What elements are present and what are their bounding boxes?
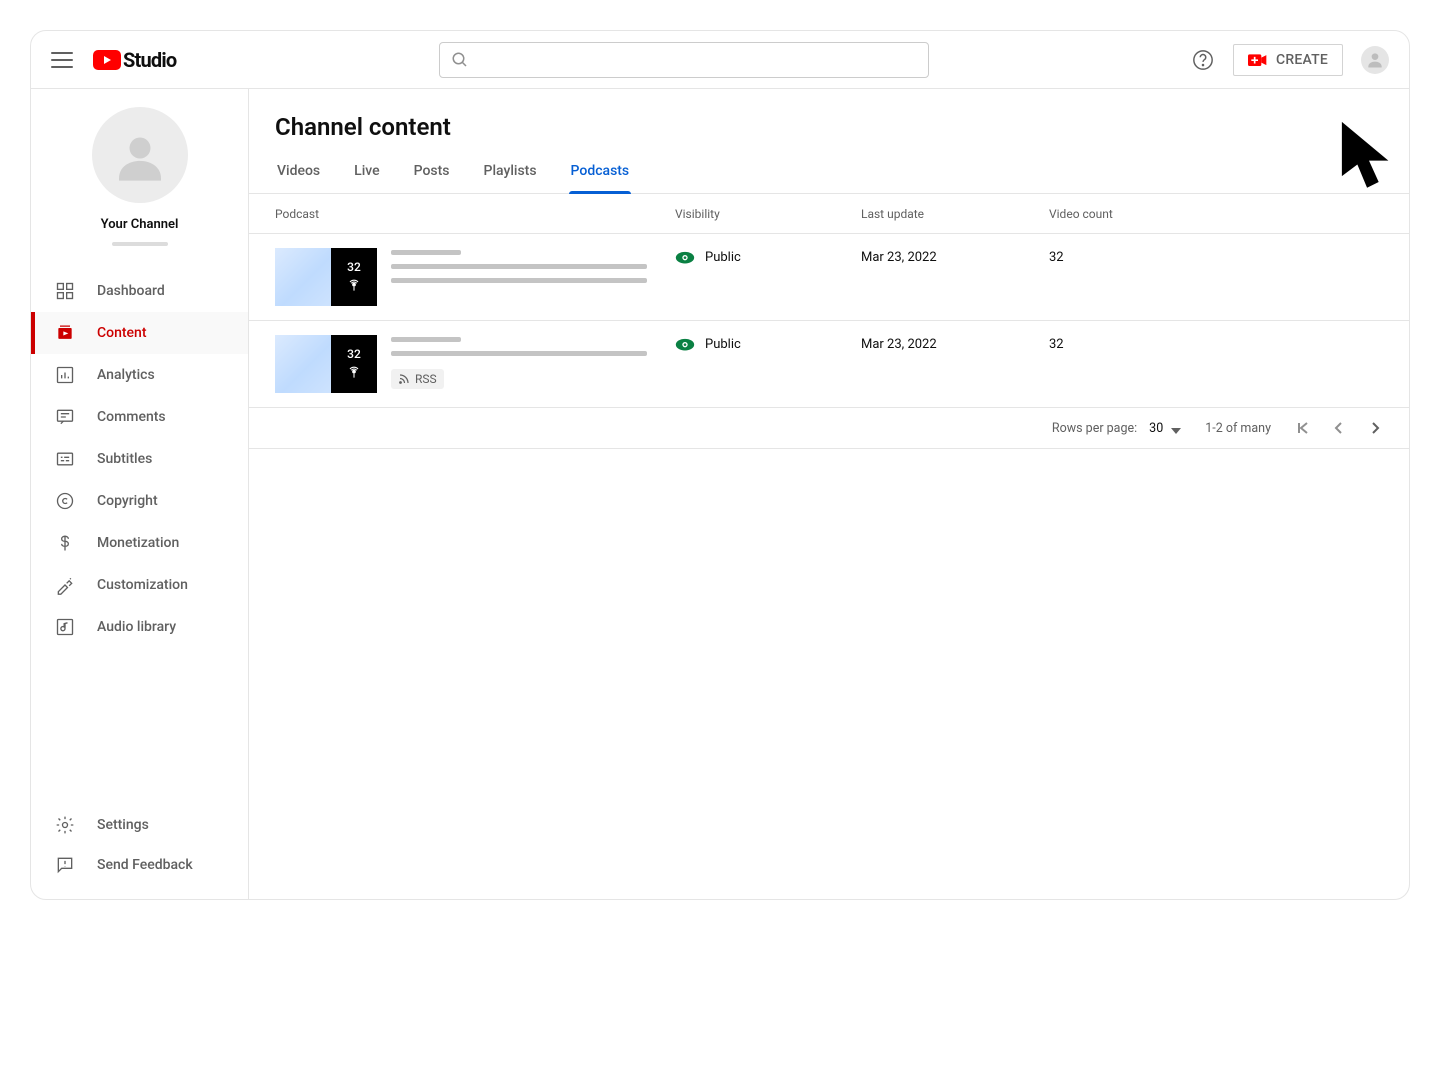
channel-avatar-icon (92, 107, 188, 203)
tab-playlists[interactable]: Playlists (482, 151, 539, 193)
main-content: Channel content Videos Live Posts Playli… (249, 89, 1409, 899)
nav-dashboard[interactable]: Dashboard (31, 270, 248, 312)
last-update-value: Mar 23, 2022 (861, 248, 1049, 265)
video-count-value: 32 (1049, 248, 1383, 265)
nav-label: Monetization (97, 535, 179, 551)
nav-analytics[interactable]: Analytics (31, 354, 248, 396)
description-placeholder (391, 278, 647, 283)
analytics-icon (55, 365, 75, 385)
search-input[interactable] (439, 42, 929, 78)
content-icon (55, 323, 75, 343)
help-icon[interactable] (1191, 48, 1215, 72)
previous-page-button[interactable] (1331, 420, 1347, 436)
nav-label: Dashboard (97, 283, 165, 299)
visibility-value: Public (705, 337, 741, 352)
subtitles-icon (55, 449, 75, 469)
pagination-bar: Rows per page: 30 1-2 of many (249, 408, 1409, 449)
customization-icon (55, 575, 75, 595)
create-button[interactable]: CREATE (1233, 44, 1343, 76)
youtube-play-icon (93, 50, 121, 70)
nav-audio-library[interactable]: Audio library (31, 606, 248, 648)
search-icon (451, 51, 469, 69)
video-count-value: 32 (1049, 335, 1383, 352)
nav-label: Audio library (97, 619, 176, 635)
description-placeholder (391, 264, 647, 269)
rows-per-page-label: Rows per page: (1052, 421, 1137, 436)
nav-label: Customization (97, 577, 188, 593)
gear-icon (55, 815, 75, 835)
next-page-button[interactable] (1367, 420, 1383, 436)
studio-logo[interactable]: Studio (93, 48, 176, 72)
nav-label: Settings (97, 817, 149, 833)
column-last-update[interactable]: Last update (861, 207, 1049, 221)
last-update-value: Mar 23, 2022 (861, 335, 1049, 352)
title-placeholder (391, 250, 461, 255)
description-placeholder (391, 351, 647, 356)
copyright-icon (55, 491, 75, 511)
app-header: Studio CREATE (31, 31, 1409, 89)
dashboard-icon (55, 281, 75, 301)
podcast-thumbnail[interactable]: 32 (275, 335, 377, 393)
account-avatar[interactable] (1361, 46, 1389, 74)
tab-live[interactable]: Live (352, 151, 381, 193)
table-row[interactable]: 32 Public Mar 23, 20 (249, 234, 1409, 321)
nav-comments[interactable]: Comments (31, 396, 248, 438)
feedback-icon (55, 855, 75, 875)
tab-videos[interactable]: Videos (275, 151, 322, 193)
nav-label: Content (97, 325, 147, 341)
table-header-row: Podcast Visibility Last update Video cou… (249, 194, 1409, 234)
rss-icon (398, 373, 410, 385)
nav-customization[interactable]: Customization (31, 564, 248, 606)
podcast-icon (346, 365, 362, 381)
monetization-icon (55, 533, 75, 553)
podcast-thumbnail[interactable]: 32 (275, 248, 377, 306)
visibility-public-icon (675, 338, 695, 352)
nav-content[interactable]: Content (31, 312, 248, 354)
nav-label: Send Feedback (97, 857, 193, 873)
column-podcast[interactable]: Podcast (275, 207, 675, 221)
column-video-count[interactable]: Video count (1049, 207, 1383, 221)
menu-icon[interactable] (51, 49, 73, 71)
content-tabs: Videos Live Posts Playlists Podcasts (249, 151, 1409, 194)
visibility-value: Public (705, 250, 741, 265)
rss-badge: RSS (391, 369, 444, 389)
audio-library-icon (55, 617, 75, 637)
nav-label: Copyright (97, 493, 158, 509)
comments-icon (55, 407, 75, 427)
podcast-icon (346, 278, 362, 294)
title-placeholder (391, 337, 461, 342)
page-title: Channel content (249, 89, 1409, 151)
create-button-label: CREATE (1276, 52, 1328, 68)
camera-plus-icon (1248, 53, 1268, 67)
channel-subtitle-placeholder (112, 242, 168, 246)
episode-count-badge: 32 (331, 248, 377, 306)
nav-label: Subtitles (97, 451, 152, 467)
nav-copyright[interactable]: Copyright (31, 480, 248, 522)
logo-text: Studio (123, 48, 176, 72)
rows-per-page-value[interactable]: 30 (1149, 421, 1163, 436)
channel-card[interactable]: Your Channel (31, 107, 248, 246)
nav-subtitles[interactable]: Subtitles (31, 438, 248, 480)
sidebar: Your Channel Dashboard Content (31, 89, 249, 899)
nav-label: Analytics (97, 367, 155, 383)
tab-posts[interactable]: Posts (412, 151, 452, 193)
nav-settings[interactable]: Settings (31, 805, 248, 845)
visibility-public-icon (675, 251, 695, 265)
table-row[interactable]: 32 RSS (249, 321, 1409, 408)
column-visibility[interactable]: Visibility (675, 207, 861, 221)
nav-label: Comments (97, 409, 166, 425)
dropdown-caret-icon[interactable] (1171, 423, 1181, 433)
first-page-button[interactable] (1295, 420, 1311, 436)
pagination-range: 1-2 of many (1205, 421, 1271, 436)
episode-count-badge: 32 (331, 335, 377, 393)
tab-podcasts[interactable]: Podcasts (569, 151, 632, 193)
nav-monetization[interactable]: Monetization (31, 522, 248, 564)
nav-send-feedback[interactable]: Send Feedback (31, 845, 248, 885)
channel-name: Your Channel (31, 217, 248, 232)
